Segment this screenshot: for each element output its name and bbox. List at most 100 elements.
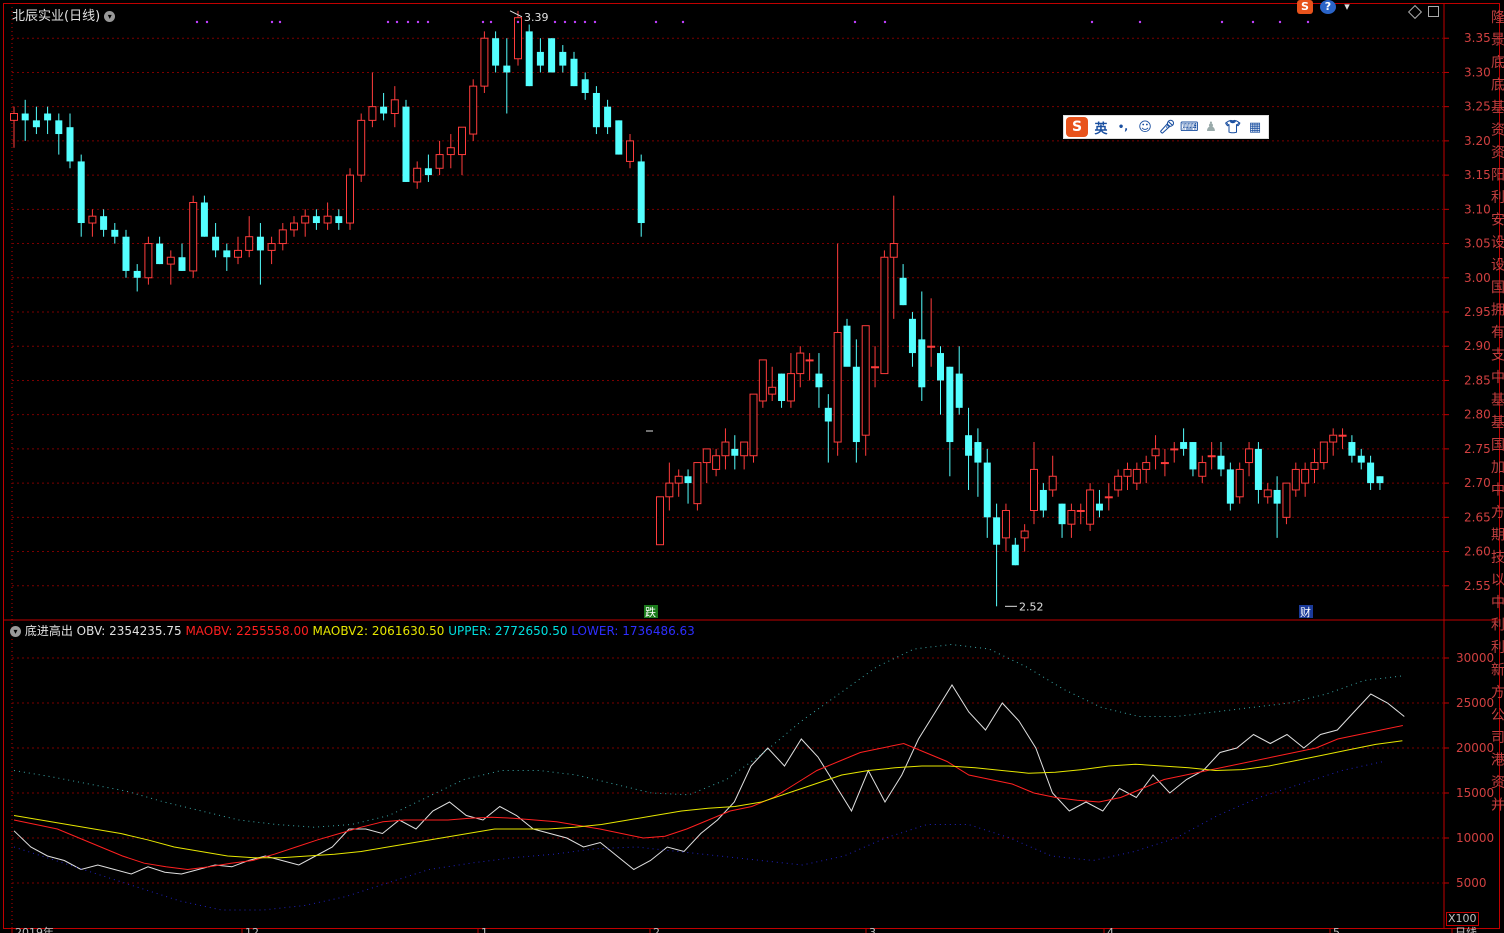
ime-toolbar[interactable]: S 英 •, ☺ 🎤︎ ⌨ ♟ 👕︎ ▦ <box>1063 115 1269 139</box>
price-tick-label: 3.30 <box>1464 65 1491 79</box>
maobv-value: MAOBV: 2255558.00 <box>185 624 309 638</box>
candle-down <box>525 31 533 87</box>
signal-dot <box>1090 20 1094 24</box>
signal-dot <box>270 20 274 24</box>
candle-down <box>335 216 343 224</box>
candle-down <box>581 79 589 93</box>
x-axis-label: 5 <box>1333 926 1340 933</box>
skin-icon[interactable]: 👕︎ <box>1224 120 1242 135</box>
side-panel-char: 底 <box>1491 78 1504 94</box>
signal-dot <box>681 20 685 24</box>
side-panel-char: 基 <box>1491 392 1504 409</box>
window-icon[interactable] <box>1428 6 1439 17</box>
signal-dot <box>406 20 410 24</box>
candle-up <box>1086 489 1095 525</box>
candle-down <box>200 202 208 237</box>
candle-up <box>166 256 175 265</box>
candle-up <box>88 215 97 224</box>
stock-title[interactable]: 北辰实业(日线) ▾ <box>12 5 116 24</box>
marker-die: 跌 <box>645 605 656 619</box>
candle-down <box>993 517 1001 545</box>
indicator-name: 底进高出 <box>24 624 73 638</box>
candle-up <box>1282 482 1291 518</box>
candle-up <box>368 106 377 121</box>
side-panel-char: 资 <box>1491 123 1504 139</box>
candle-up <box>1048 475 1057 491</box>
obv-value: OBV: 2354235.75 <box>76 624 182 638</box>
candle-up <box>880 256 889 375</box>
candle-up <box>435 154 444 169</box>
side-panel-char: 技 <box>1491 550 1504 566</box>
user-icon[interactable]: ♟ <box>1202 120 1220 135</box>
candle-up <box>1151 448 1160 457</box>
candle-down <box>111 229 119 237</box>
marker-cai: 财 <box>1300 605 1311 619</box>
grid-menu-icon[interactable]: ▦ <box>1246 120 1264 135</box>
candle-up <box>693 462 702 505</box>
x-axis-label: 12 <box>245 926 259 933</box>
candle-down <box>32 120 40 128</box>
candle-down <box>1180 442 1188 449</box>
side-panel-char: 国 <box>1491 438 1504 454</box>
ime-lang-toggle[interactable]: 英 <box>1092 118 1110 137</box>
signal-dot <box>654 20 658 24</box>
signal-dot <box>416 20 420 24</box>
stock-name: 北辰实业 <box>12 9 65 24</box>
candle-down <box>212 236 220 251</box>
candle-down <box>1376 476 1384 484</box>
signal-dot <box>386 20 390 24</box>
signal-dot <box>1138 20 1142 24</box>
obv-line <box>13 684 1405 875</box>
candle-up <box>267 243 276 251</box>
candle-down <box>918 339 926 388</box>
side-panel-char: 利 <box>1491 618 1504 634</box>
candle-up <box>674 475 683 484</box>
candle-down <box>178 257 186 271</box>
candle-down <box>1039 489 1047 511</box>
help-icon[interactable]: ? <box>1320 0 1336 14</box>
side-panel-char: 景 <box>1491 33 1504 49</box>
signal-dot <box>593 20 597 24</box>
candle-down <box>1217 455 1225 470</box>
lower-value: LOWER: 1736486.63 <box>571 624 695 638</box>
toolbar-sogou-icon[interactable]: S <box>1297 0 1313 14</box>
candle-up <box>1132 468 1141 484</box>
chevron-down-icon[interactable]: ▾ <box>104 11 116 22</box>
candle-up <box>1114 475 1123 491</box>
candle-up <box>805 359 814 362</box>
candle-up <box>245 236 254 251</box>
signal-dot <box>583 20 587 24</box>
signal-dot <box>395 20 399 24</box>
price-tick-label: 3.20 <box>1464 134 1491 148</box>
ime-punct-toggle[interactable]: •, <box>1114 122 1132 133</box>
candle-down <box>815 373 823 388</box>
price-tick-label: 2.60 <box>1464 545 1491 559</box>
side-panel-char: 港 <box>1491 753 1504 769</box>
indicator-menu-icon[interactable]: ▾ <box>10 626 21 637</box>
signal-dot <box>205 20 209 24</box>
candle-down <box>1226 469 1234 504</box>
microphone-icon[interactable]: 🎤︎ <box>1158 120 1176 135</box>
candle-up <box>514 17 522 60</box>
sogou-logo-icon[interactable]: S <box>1066 117 1088 137</box>
candle-down <box>965 435 973 456</box>
dropdown-icon[interactable]: ▾ <box>1340 0 1354 14</box>
candle-down <box>1367 462 1375 484</box>
candle-down <box>1357 455 1365 463</box>
maobv-line <box>13 725 1403 871</box>
emoji-icon[interactable]: ☺ <box>1136 120 1154 135</box>
keyboard-icon[interactable]: ⌨ <box>1180 120 1199 135</box>
side-panel-char: 并 <box>1491 798 1504 814</box>
price-tick-label: 2.95 <box>1464 305 1491 319</box>
side-panel-char: 方 <box>1491 685 1504 701</box>
candle-up <box>1235 468 1244 498</box>
side-panel-char: 支 <box>1491 348 1504 364</box>
candle-up <box>1142 462 1151 470</box>
candle-up <box>1160 462 1169 465</box>
side-panel-char: 中 <box>1491 370 1504 386</box>
obv-tick-label: 5000 <box>1456 876 1487 890</box>
signal-dot <box>516 20 520 24</box>
maobv2-value: MAOBV2: 2061630.50 <box>312 624 445 638</box>
x-axis-label: 1 <box>481 926 488 933</box>
candle-down <box>256 236 264 251</box>
